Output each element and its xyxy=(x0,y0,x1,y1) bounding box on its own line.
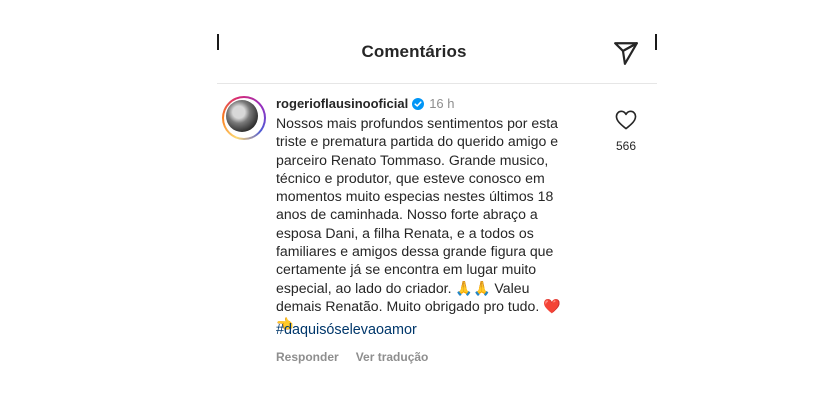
comment-username[interactable]: rogerioflausinooficial xyxy=(276,96,408,111)
comment-line: certamente já se encontra em lugar muito xyxy=(276,261,537,278)
comment-line: técnico e produtor, que esteve conosco e… xyxy=(276,169,545,186)
comment-text: Nossos mais profundos sentimentos por es… xyxy=(276,114,610,334)
avatar[interactable] xyxy=(222,96,266,140)
reply-button[interactable]: Responder xyxy=(276,350,339,364)
verified-badge-icon xyxy=(412,97,425,110)
comment-header: rogerioflausinooficial 16 h xyxy=(276,96,455,111)
translate-button[interactable]: Ver tradução xyxy=(356,350,429,364)
header-divider xyxy=(217,83,657,84)
comment-line: Nossos mais profundos sentimentos por es… xyxy=(276,115,559,131)
avatar-photo xyxy=(226,100,258,132)
comment-line: triste e prematura partida do querido am… xyxy=(276,133,559,150)
comment-line: parceiro Renato Tommaso. Grande musico, xyxy=(276,151,549,168)
comment-line: demais Renatão. Muito obrigado pro tudo.… xyxy=(276,297,561,314)
comment-line: anos de caminhada. Nosso forte abraço a xyxy=(276,206,538,223)
heart-icon[interactable] xyxy=(615,110,637,130)
comment-actions: Responder Ver tradução xyxy=(276,350,428,364)
comment-line: momentos muito especias nestes últimos 1… xyxy=(276,188,554,205)
like-count: 566 xyxy=(615,139,637,153)
comment-line: especial, ao lado do criador. 🙏🙏 Valeu xyxy=(276,279,530,296)
send-icon[interactable] xyxy=(613,40,639,66)
comment-line: familiares e amigos dessa grande figura … xyxy=(276,243,554,260)
comment-line: esposa Dani, a filha Renata, e a todos o… xyxy=(276,224,534,241)
page-title: Comentários xyxy=(361,42,467,61)
comment-timestamp: 16 h xyxy=(429,96,455,111)
hashtag-link[interactable]: #daquisóselevaoamor xyxy=(276,322,417,338)
